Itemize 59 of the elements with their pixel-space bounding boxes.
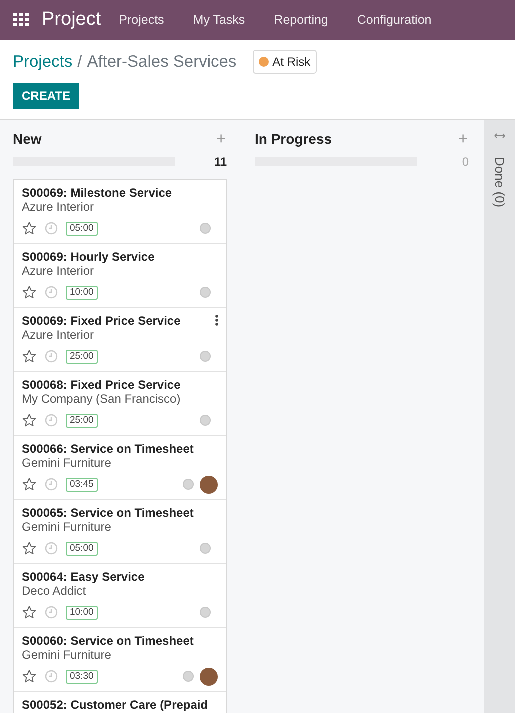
expand-icon[interactable] [494,132,506,140]
customer-name: Azure Interior [22,200,96,214]
star-icon[interactable] [22,605,37,620]
clock-icon[interactable] [45,542,58,556]
apps-menu-icon[interactable] [12,11,30,29]
menu-item[interactable]: Configuration [357,10,432,30]
star-icon[interactable] [22,221,37,236]
customer-name: Deco Addict [22,584,88,598]
card-title: S00069: Fixed Price Service [22,314,181,328]
breadcrumb-current: After-Sales Services [87,52,237,73]
star-icon[interactable] [22,541,37,556]
menu-item[interactable]: Projects [119,10,164,30]
customer-name: Gemini Furniture [22,648,112,662]
card-title: S00065: Service on Timesheet [22,506,194,520]
column-title: In Progress [255,130,332,150]
card-count: 0 [462,154,469,171]
customer-name: Azure Interior [22,328,96,342]
breadcrumb-separator: / [78,52,82,73]
breadcrumb-link[interactable]: Projects [13,50,73,75]
menu-item[interactable]: My Tasks [193,10,246,30]
clock-icon[interactable] [45,350,58,364]
star-icon[interactable] [22,285,37,300]
hours-badge: 25:00 [66,350,98,364]
hours-badge: 10:00 [66,286,98,300]
clock-icon[interactable] [45,606,58,620]
column-title[interactable]: Done (0) [490,156,510,208]
hours-badge: 03:45 [66,478,98,492]
card-title: S00064: Easy Service [22,570,145,584]
card-count: 11 [214,154,227,171]
clock-icon[interactable] [45,222,58,236]
create-button[interactable]: CREATE [13,82,80,109]
hours-badge: 25:00 [66,414,98,428]
card-title: S00060: Service on Timesheet [22,634,194,648]
star-icon[interactable] [22,477,37,492]
card-title: S00052: Customer Care (Prepaid [22,698,208,712]
menu-item[interactable]: Reporting [274,10,328,30]
clock-icon[interactable] [45,670,58,684]
customer-name: My Company (San Francisco) [22,392,182,406]
clock-icon[interactable] [45,478,58,492]
card-title: S00069: Milestone Service [22,186,172,200]
hours-badge: 10:00 [66,606,98,620]
clock-icon[interactable] [45,414,58,428]
hours-badge: 03:30 [66,670,98,684]
card-title: S00066: Service on Timesheet [22,442,194,456]
customer-name: Azure Interior [22,264,96,278]
hours-badge: 05:00 [66,222,98,236]
star-icon[interactable] [22,669,37,684]
status-button[interactable]: At Risk [252,50,317,74]
column-title: New [13,130,42,150]
customer-name: Gemini Furniture [22,456,112,470]
star-icon[interactable] [22,413,37,428]
clock-icon[interactable] [45,286,58,300]
more-options-icon[interactable] [215,314,219,326]
card-title: S00069: Hourly Service [22,250,155,264]
customer-name: Gemini Furniture [22,520,112,534]
app-title[interactable]: Project [42,6,102,34]
card-title: S00068: Fixed Price Service [22,378,181,392]
star-icon[interactable] [22,349,37,364]
hours-badge: 05:00 [66,542,98,556]
